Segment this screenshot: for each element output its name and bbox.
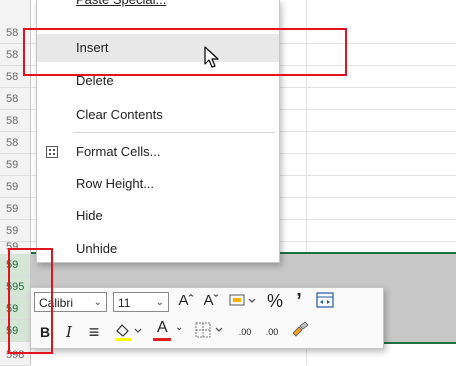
fill-color-button[interactable]: [111, 320, 145, 342]
align-center-button[interactable]: ≡: [85, 321, 103, 343]
row-header[interactable]: 59: [0, 198, 30, 220]
font-color-glyph: A: [157, 319, 168, 336]
number-format-icon: [229, 294, 256, 306]
merge-center-button[interactable]: [315, 292, 335, 314]
row-header[interactable]: 58: [0, 110, 30, 132]
menu-item-paste-special[interactable]: Paste Special...: [37, 0, 279, 14]
menu-item-row-height[interactable]: Row Height...: [37, 170, 279, 198]
font-color-button[interactable]: A ⌄: [151, 319, 185, 341]
format-painter-icon: [292, 321, 309, 337]
format-cells-icon: [46, 146, 58, 158]
decrease-decimal-button[interactable]: .00: [261, 321, 283, 343]
menu-separator: [73, 132, 275, 133]
number-format-button[interactable]: [227, 291, 259, 313]
chevron-down-icon: ⌄: [155, 297, 164, 308]
format-painter-button[interactable]: [289, 321, 311, 343]
font-size-dropdown[interactable]: 11 ⌄: [113, 292, 169, 312]
decrease-decimal-glyph: .00: [265, 327, 279, 337]
font-size-value: 11: [118, 296, 131, 310]
chevron-down-icon: ⌄: [93, 297, 102, 308]
menu-item-label: Row Height...: [76, 176, 155, 191]
menu-item-clear-contents[interactable]: Clear Contents: [37, 101, 279, 129]
comma-style-button[interactable]: ’: [289, 290, 309, 312]
menu-item-unhide[interactable]: Unhide: [37, 235, 279, 263]
borders-button[interactable]: [193, 321, 227, 343]
italic-button[interactable]: I: [61, 321, 77, 343]
menu-item-label: Unhide: [76, 241, 118, 256]
menu-item-hide[interactable]: Hide: [37, 202, 279, 230]
menu-item-label: Clear Contents: [76, 107, 163, 122]
increase-decimal-glyph: .00: [238, 327, 252, 337]
menu-item-format-cells[interactable]: Format Cells...: [37, 138, 279, 166]
row-header[interactable]: 59: [0, 176, 30, 198]
chevron-down-icon: ⌄: [175, 322, 184, 333]
fill-color-icon: [115, 324, 142, 341]
row-header[interactable]: 58: [0, 88, 30, 110]
menu-item-label: Paste Special...: [76, 0, 166, 14]
highlight-insert-box: [23, 28, 347, 76]
row-header[interactable]: 58: [0, 132, 30, 154]
increase-decimal-button[interactable]: .00: [234, 321, 256, 343]
percent-style-button[interactable]: %: [264, 290, 286, 312]
mini-toolbar: Calibri ⌄ 11 ⌄ Aˆ Aˇ % ’ B I ≡ A ⌄ .00 .…: [30, 287, 384, 349]
menu-item-label: Hide: [76, 208, 103, 223]
highlight-row-headers-box: [8, 248, 53, 354]
increase-font-size-button[interactable]: Aˆ: [176, 290, 196, 312]
borders-icon: [195, 322, 223, 338]
merge-center-icon: [316, 292, 334, 308]
menu-item-label: Format Cells...: [76, 144, 161, 159]
row-header[interactable]: 59: [0, 154, 30, 176]
font-color-bar: [153, 338, 171, 341]
decrease-font-size-button[interactable]: Aˇ: [201, 290, 221, 312]
